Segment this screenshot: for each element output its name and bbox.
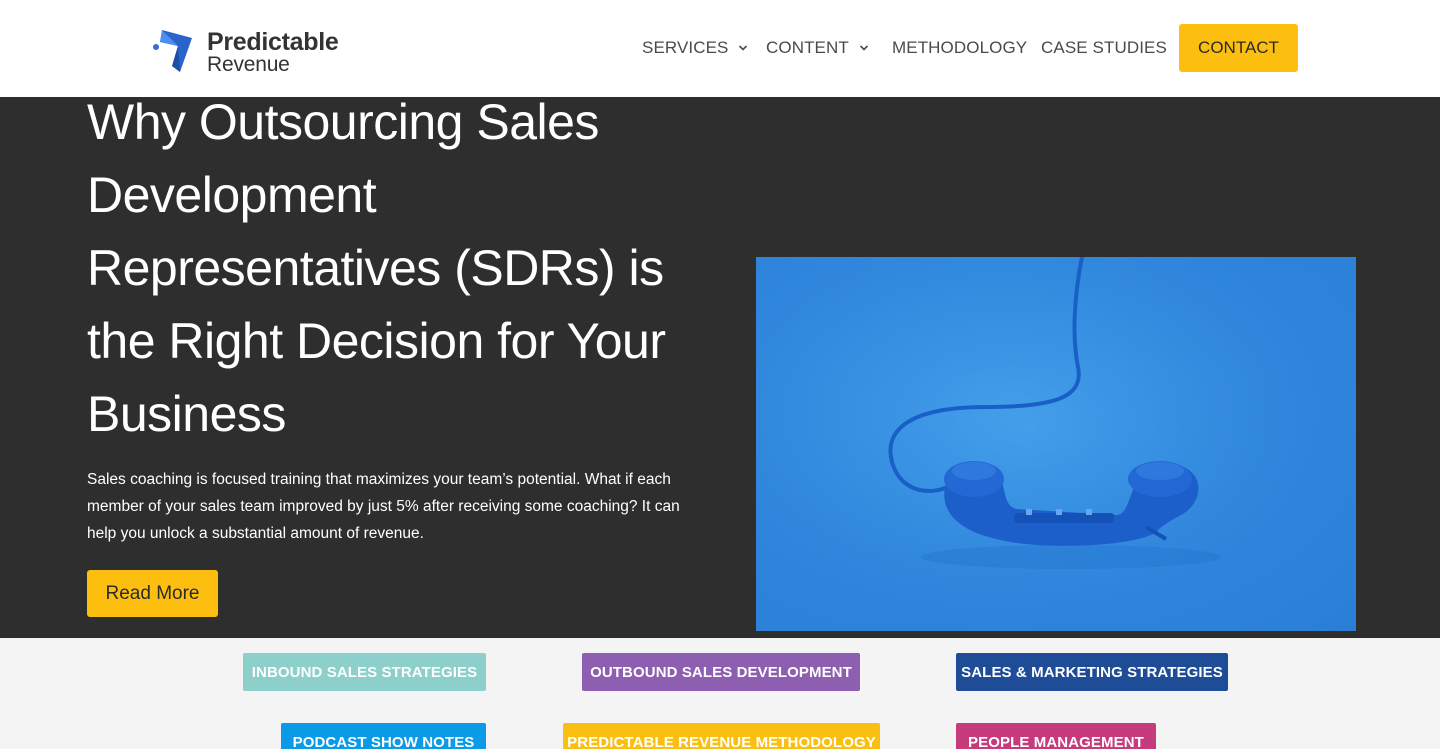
logo-mark-icon bbox=[153, 30, 192, 72]
hero-title: Why Outsourcing Sales Development Repres… bbox=[87, 97, 666, 442]
nav-item-services[interactable]: SERVICES bbox=[642, 24, 748, 72]
site-header: Predictable Revenue SERVICES CONTENT MET… bbox=[0, 0, 1440, 97]
hero-description: Sales coaching is focused training that … bbox=[87, 471, 680, 542]
category-tags: INBOUND SALES STRATEGIES OUTBOUND SALES … bbox=[0, 638, 1440, 749]
chevron-down-icon bbox=[859, 45, 868, 51]
nav-item-content[interactable]: CONTENT bbox=[766, 24, 869, 72]
nav-item-label: METHODOLOGY bbox=[892, 38, 1028, 57]
site-logo[interactable]: Predictable Revenue bbox=[152, 28, 352, 76]
logo-text-secondary: Revenue bbox=[207, 53, 290, 76]
telephone-handset-icon bbox=[756, 257, 1356, 631]
hero-image[interactable] bbox=[756, 257, 1356, 631]
read-more-button[interactable]: Read More bbox=[87, 570, 218, 617]
tag-sales-marketing-strategies[interactable]: SALES & MARKETING STRATEGIES bbox=[956, 653, 1228, 691]
chevron-down-icon bbox=[739, 45, 748, 51]
tag-outbound-sales-development[interactable]: OUTBOUND SALES DEVELOPMENT bbox=[582, 653, 860, 691]
hero-section: Why Outsourcing Sales Development Repres… bbox=[0, 97, 1440, 638]
nav-item-methodology[interactable]: METHODOLOGY bbox=[892, 24, 1027, 72]
nav-item-case-studies[interactable]: CASE STUDIES bbox=[1041, 24, 1167, 72]
tag-predictable-revenue-methodology[interactable]: PREDICTABLE REVENUE METHODOLOGY bbox=[563, 723, 880, 749]
nav-item-label: SERVICES bbox=[642, 38, 729, 57]
tag-people-management[interactable]: PEOPLE MANAGEMENT bbox=[956, 723, 1156, 749]
tag-inbound-sales-strategies[interactable]: INBOUND SALES STRATEGIES bbox=[243, 653, 486, 691]
tag-podcast-show-notes[interactable]: PODCAST SHOW NOTES bbox=[281, 723, 486, 749]
nav-item-label: CASE STUDIES bbox=[1041, 38, 1167, 57]
nav-item-label: CONTENT bbox=[766, 38, 849, 57]
contact-button[interactable]: CONTACT bbox=[1179, 24, 1298, 72]
